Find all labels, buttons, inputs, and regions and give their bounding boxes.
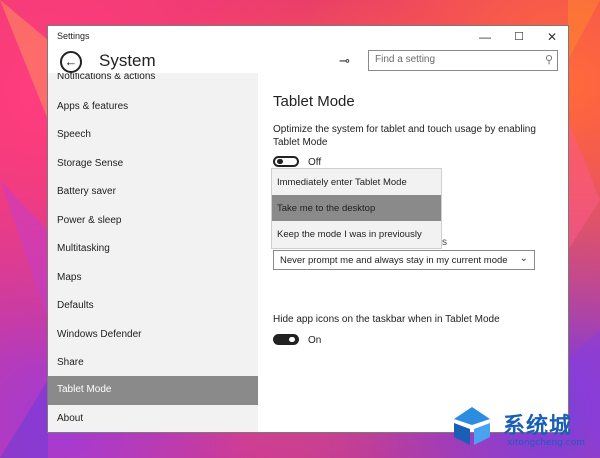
tablet-mode-toggle[interactable] <box>273 156 299 167</box>
search-icon[interactable]: ⚲ <box>545 53 553 66</box>
sidebar-item-multitasking[interactable]: Multitasking <box>48 235 258 264</box>
sidebar-item-label: Storage Sense <box>57 158 124 169</box>
watermark-url: xitongcheng.com <box>507 438 585 448</box>
back-arrow-icon: ← <box>64 54 78 69</box>
watermark-text: 系统城 <box>503 414 573 439</box>
chevron-down-icon: ⌄ <box>519 253 528 264</box>
sidebar-item-label: Windows Defender <box>57 329 142 340</box>
sidebar: Notifications & actions Apps & features … <box>48 73 258 432</box>
sidebar-item-label: Apps & features <box>57 101 129 112</box>
sidebar-item-share[interactable]: Share <box>48 349 258 378</box>
close-button[interactable]: ✕ <box>535 26 568 47</box>
signin-options-popup: Immediately enter Tablet Mode Take me to… <box>272 169 441 248</box>
watermark-logo-icon <box>454 407 490 445</box>
sidebar-item-about[interactable]: About <box>48 405 258 432</box>
prompt-dropdown[interactable]: Never prompt me and always stay in my cu… <box>273 250 535 270</box>
main-content: Tablet Mode Optimize the system for tabl… <box>258 73 568 432</box>
maximize-button[interactable]: ☐ <box>502 26 536 47</box>
sidebar-item-storage-sense[interactable]: Storage Sense <box>48 150 258 179</box>
hide-icons-label: Hide app icons on the taskbar when in Ta… <box>273 314 500 325</box>
signin-label-fragment: s <box>442 237 447 248</box>
sidebar-item-battery-saver[interactable]: Battery saver <box>48 178 258 207</box>
sidebar-item-label: About <box>57 413 84 424</box>
sidebar-item-label: Notifications & actions <box>57 73 156 82</box>
window-title: Settings <box>57 31 90 41</box>
sidebar-item-power-sleep[interactable]: Power & sleep <box>48 207 258 236</box>
maximize-icon: ☐ <box>514 31 524 43</box>
close-icon: ✕ <box>546 29 558 44</box>
sidebar-item-label: Speech <box>57 129 91 140</box>
tablet-mode-description: Optimize the system for tablet and touch… <box>273 124 536 148</box>
minimize-icon: — <box>479 29 491 44</box>
hide-icons-toggle-state: On <box>308 335 322 346</box>
page-title: Tablet Mode <box>273 93 355 110</box>
popup-option-keep-mode[interactable]: Keep the mode I was in previously <box>272 221 441 247</box>
sidebar-item-speech[interactable]: Speech <box>48 121 258 150</box>
sidebar-item-label: Battery saver <box>57 186 116 197</box>
sidebar-item-apps-features[interactable]: Apps & features <box>48 93 258 122</box>
sidebar-item-label: Multitasking <box>57 243 110 254</box>
hide-icons-toggle[interactable] <box>273 334 299 345</box>
sidebar-item-label: Power & sleep <box>57 215 122 226</box>
header: ← System ⊸ ⚲ <box>48 47 568 73</box>
sidebar-item-label: Maps <box>57 272 82 283</box>
popup-option-label: Take me to the desktop <box>277 203 376 214</box>
search-input[interactable] <box>375 54 535 65</box>
search-box[interactable]: ⚲ <box>368 50 558 71</box>
pin-icon[interactable]: ⊸ <box>339 53 350 69</box>
sidebar-item-defaults[interactable]: Defaults <box>48 292 258 321</box>
title-bar[interactable]: Settings — ☐ ✕ <box>48 26 568 47</box>
minimize-button[interactable]: — <box>468 26 502 47</box>
tablet-mode-toggle-state: Off <box>308 157 322 168</box>
settings-window: Settings — ☐ ✕ ← System ⊸ ⚲ Notification… <box>48 26 568 432</box>
back-button[interactable]: ← <box>60 51 82 73</box>
sidebar-item-label: Defaults <box>57 300 94 311</box>
sidebar-item-label: Tablet Mode <box>57 384 112 395</box>
sidebar-item-windows-defender[interactable]: Windows Defender <box>48 321 258 350</box>
page-header-title: System <box>99 51 156 70</box>
popup-option-label: Keep the mode I was in previously <box>277 229 422 240</box>
popup-option-label: Immediately enter Tablet Mode <box>277 177 407 188</box>
sidebar-item-tablet-mode[interactable]: Tablet Mode <box>48 376 258 405</box>
sidebar-item-maps[interactable]: Maps <box>48 264 258 293</box>
popup-option-enter-tablet-mode[interactable]: Immediately enter Tablet Mode <box>272 169 441 195</box>
toggle-knob <box>277 159 283 164</box>
sidebar-item-label: Share <box>57 357 84 368</box>
toggle-knob <box>289 337 295 342</box>
popup-option-desktop[interactable]: Take me to the desktop <box>272 195 441 221</box>
prompt-dropdown-value: Never prompt me and always stay in my cu… <box>280 255 508 266</box>
